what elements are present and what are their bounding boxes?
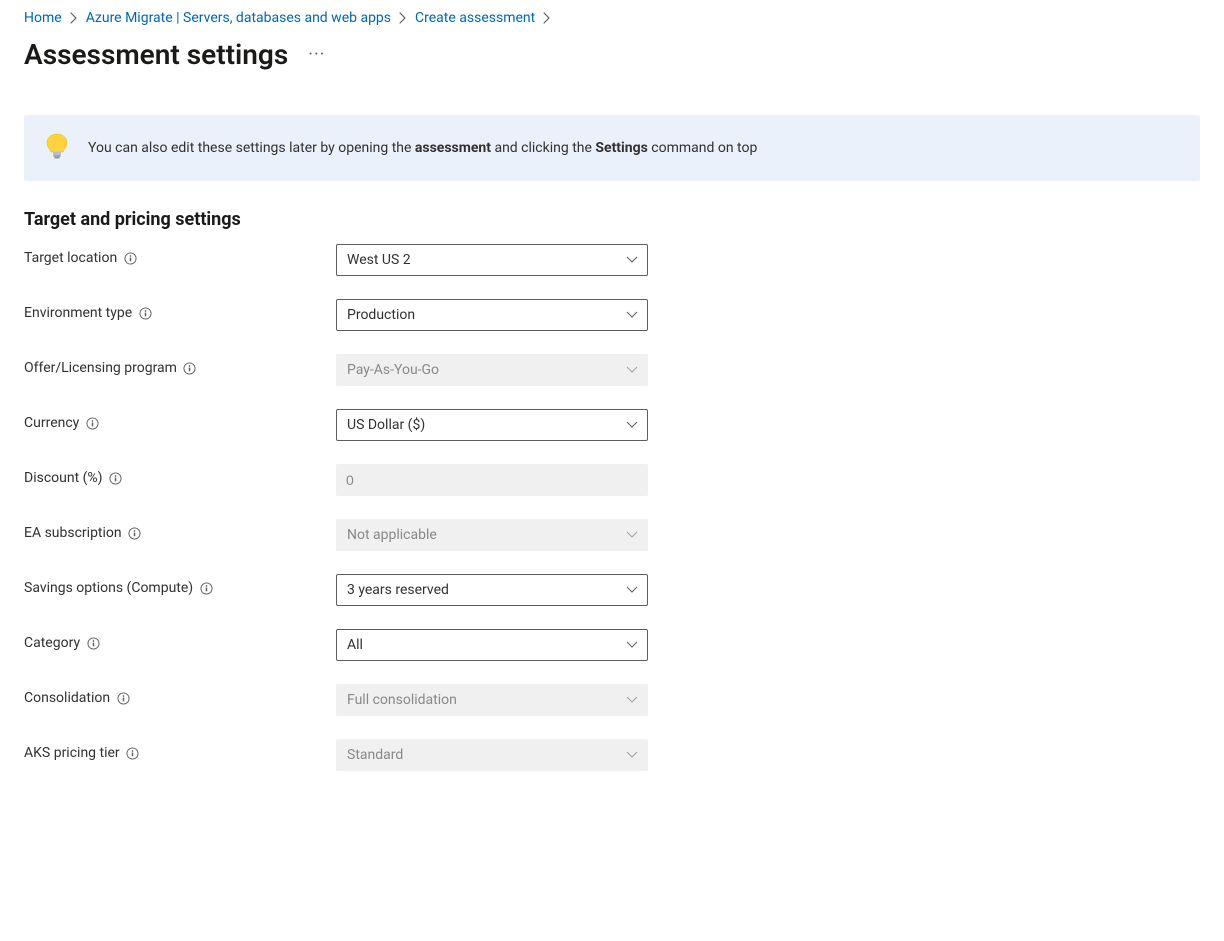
label-category: Category: [24, 629, 336, 651]
info-icon[interactable]: [109, 471, 123, 485]
info-icon[interactable]: [199, 581, 213, 595]
row-savings-options: Savings options (Compute) 3 years reserv…: [24, 574, 1200, 629]
breadcrumb: Home Azure Migrate | Servers, databases …: [24, 10, 1200, 26]
chevron-right-icon: [70, 12, 78, 24]
page-title: Assessment settings ···: [24, 38, 1200, 71]
input-discount: [336, 464, 648, 496]
lightbulb-icon: [46, 133, 68, 163]
info-icon[interactable]: [126, 746, 140, 760]
info-icon[interactable]: [128, 526, 142, 540]
label-aks-pricing: AKS pricing tier: [24, 739, 336, 761]
info-icon[interactable]: [123, 251, 137, 265]
row-category: Category All: [24, 629, 1200, 684]
more-actions-button[interactable]: ···: [304, 42, 329, 68]
row-offer-licensing: Offer/Licensing program Pay-As-You-Go: [24, 354, 1200, 409]
label-environment-type: Environment type: [24, 299, 336, 321]
row-target-location: Target location West US 2: [24, 244, 1200, 299]
info-icon[interactable]: [85, 416, 99, 430]
select-consolidation: Full consolidation: [336, 684, 648, 716]
select-currency[interactable]: US Dollar ($): [336, 409, 648, 441]
page-title-text: Assessment settings: [24, 38, 288, 71]
info-icon[interactable]: [138, 306, 152, 320]
label-currency: Currency: [24, 409, 336, 431]
info-banner-text: You can also edit these settings later b…: [88, 140, 757, 156]
row-consolidation: Consolidation Full consolidation: [24, 684, 1200, 739]
select-ea-subscription: Not applicable: [336, 519, 648, 551]
select-aks-pricing: Standard: [336, 739, 648, 771]
chevron-right-icon: [543, 12, 551, 24]
info-icon[interactable]: [86, 636, 100, 650]
breadcrumb-home[interactable]: Home: [24, 10, 62, 26]
label-ea-subscription: EA subscription: [24, 519, 336, 541]
label-discount: Discount (%): [24, 464, 336, 486]
info-icon[interactable]: [116, 691, 130, 705]
row-ea-subscription: EA subscription Not applicable: [24, 519, 1200, 574]
row-discount: Discount (%): [24, 464, 1200, 519]
breadcrumb-create-assessment[interactable]: Create assessment: [415, 10, 535, 26]
label-target-location: Target location: [24, 244, 336, 266]
input-discount-wrap: [336, 464, 648, 496]
label-offer-licensing: Offer/Licensing program: [24, 354, 336, 376]
row-environment-type: Environment type Production: [24, 299, 1200, 354]
select-savings-options[interactable]: 3 years reserved: [336, 574, 648, 606]
info-icon[interactable]: [183, 361, 197, 375]
select-target-location[interactable]: West US 2: [336, 244, 648, 276]
label-consolidation: Consolidation: [24, 684, 336, 706]
select-offer-licensing: Pay-As-You-Go: [336, 354, 648, 386]
chevron-right-icon: [399, 12, 407, 24]
select-environment-type[interactable]: Production: [336, 299, 648, 331]
info-banner: You can also edit these settings later b…: [24, 115, 1200, 181]
breadcrumb-azure-migrate[interactable]: Azure Migrate | Servers, databases and w…: [86, 10, 391, 26]
row-aks-pricing: AKS pricing tier Standard: [24, 739, 1200, 794]
select-category[interactable]: All: [336, 629, 648, 661]
row-currency: Currency US Dollar ($): [24, 409, 1200, 464]
section-heading-target-pricing: Target and pricing settings: [24, 209, 1200, 230]
label-savings-options: Savings options (Compute): [24, 574, 336, 596]
